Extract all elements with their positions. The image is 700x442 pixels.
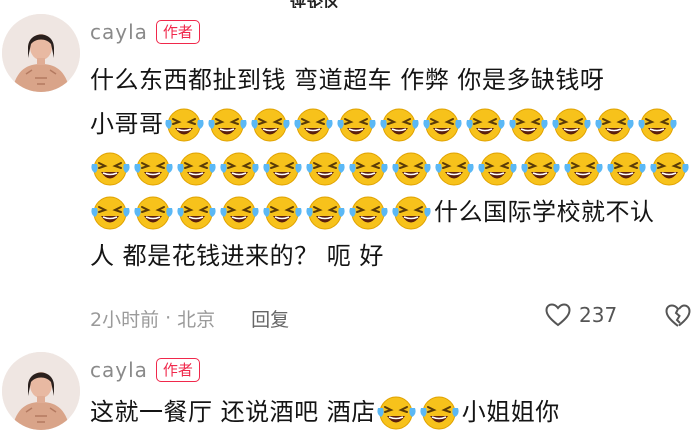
laughing-crying-emoji-icon <box>250 105 291 143</box>
laughing-crying-emoji-icon <box>419 393 460 431</box>
like-button[interactable]: 237 <box>545 303 617 327</box>
username[interactable]: cayla <box>90 358 148 382</box>
laughing-crying-emoji-icon <box>391 193 432 231</box>
avatar[interactable] <box>2 14 80 92</box>
comment-item: cayla 作者 这就一餐厅 还说酒吧 酒店 小姐姐你 <box>0 344 700 442</box>
laughing-crying-emoji-icon <box>90 149 131 187</box>
laughing-crying-emoji-icon <box>133 193 174 231</box>
laughing-crying-emoji-icon <box>520 149 561 187</box>
laughing-crying-emoji-icon <box>606 149 647 187</box>
laughing-crying-emoji-icon <box>376 393 417 431</box>
comment-line-text: 小姐姐你 <box>461 398 560 426</box>
meta-separator: · <box>165 307 172 329</box>
laughing-crying-emoji-icon <box>508 105 549 143</box>
laughing-crying-emoji-icon <box>422 105 463 143</box>
comment-line: 什么东西都扯到钱 弯道超车 作弊 你是多缺钱呀 <box>90 58 690 102</box>
comment-location: 北京 <box>177 308 216 331</box>
laughing-crying-emoji-icon <box>164 105 205 143</box>
author-badge: 作者 <box>155 20 200 44</box>
laughing-crying-emoji-icon <box>477 149 518 187</box>
laughing-crying-emoji-icon <box>336 105 377 143</box>
comment-line-text: 什么东西都扯到钱 弯道超车 作弊 你是多缺钱呀 <box>90 66 605 94</box>
laughing-crying-emoji-icon <box>293 105 334 143</box>
laughing-crying-emoji-icon <box>563 149 604 187</box>
laughing-crying-emoji-icon <box>176 193 217 231</box>
comment-line-text: 什么国际学校就不认 <box>434 198 655 226</box>
comment-line: 什么国际学校就不认 <box>90 190 690 234</box>
laughing-crying-emoji-icon <box>90 193 131 231</box>
broken-heart-icon <box>665 304 691 327</box>
laughing-crying-emoji-icon <box>391 149 432 187</box>
laughing-crying-emoji-icon <box>649 149 690 187</box>
laughing-crying-emoji-icon <box>305 149 346 187</box>
laughing-crying-emoji-icon <box>262 149 303 187</box>
laughing-crying-emoji-icon <box>176 149 217 187</box>
laughing-crying-emoji-icon <box>379 105 420 143</box>
laughing-crying-emoji-icon <box>434 149 475 187</box>
comment-line: 这就一餐厅 还说酒吧 酒店 小姐姐你 <box>90 390 690 434</box>
comment-time: 2小时前 <box>90 308 160 331</box>
comment-line-text: 小哥哥 <box>90 110 164 138</box>
comment-line-text: 这就一餐厅 还说酒吧 酒店 <box>90 398 376 426</box>
comment-text: 这就一餐厅 还说酒吧 酒店 小姐姐你 <box>90 390 690 434</box>
comment-footer: 2小时前 · 北京 回复 237 <box>90 303 691 333</box>
comment-meta: cayla 作者 <box>90 358 200 382</box>
reply-button[interactable]: 回复 <box>251 305 289 332</box>
laughing-crying-emoji-icon <box>594 105 635 143</box>
header-fragment: 评论区 <box>290 0 341 8</box>
laughing-crying-emoji-icon <box>133 149 174 187</box>
comment-line <box>90 146 690 190</box>
laughing-crying-emoji-icon <box>465 105 506 143</box>
laughing-crying-emoji-icon <box>219 193 260 231</box>
username[interactable]: cayla <box>90 20 148 44</box>
comment-text: 什么东西都扯到钱 弯道超车 作弊 你是多缺钱呀 小哥哥什么国际学校就不认人 都是花… <box>90 58 690 278</box>
comment-item: cayla 作者 什么东西都扯到钱 弯道超车 作弊 你是多缺钱呀 小哥哥什么国际学… <box>0 8 700 344</box>
comment-meta: cayla 作者 <box>90 20 200 44</box>
laughing-crying-emoji-icon <box>348 193 389 231</box>
laughing-crying-emoji-icon <box>551 105 592 143</box>
heart-icon <box>545 303 571 327</box>
laughing-crying-emoji-icon <box>348 149 389 187</box>
comment-line: 小哥哥 <box>90 102 690 146</box>
dislike-button[interactable] <box>665 304 691 333</box>
comment-line-text: 人 都是花钱进来的？ 呃 好 <box>90 242 384 270</box>
laughing-crying-emoji-icon <box>219 149 260 187</box>
laughing-crying-emoji-icon <box>262 193 303 231</box>
avatar[interactable] <box>2 352 80 430</box>
laughing-crying-emoji-icon <box>207 105 248 143</box>
comment-line: 人 都是花钱进来的？ 呃 好 <box>90 234 690 278</box>
laughing-crying-emoji-icon <box>637 105 678 143</box>
like-count: 237 <box>579 303 618 327</box>
author-badge: 作者 <box>155 358 200 382</box>
laughing-crying-emoji-icon <box>305 193 346 231</box>
clipped-header: 评论区 <box>0 0 700 8</box>
